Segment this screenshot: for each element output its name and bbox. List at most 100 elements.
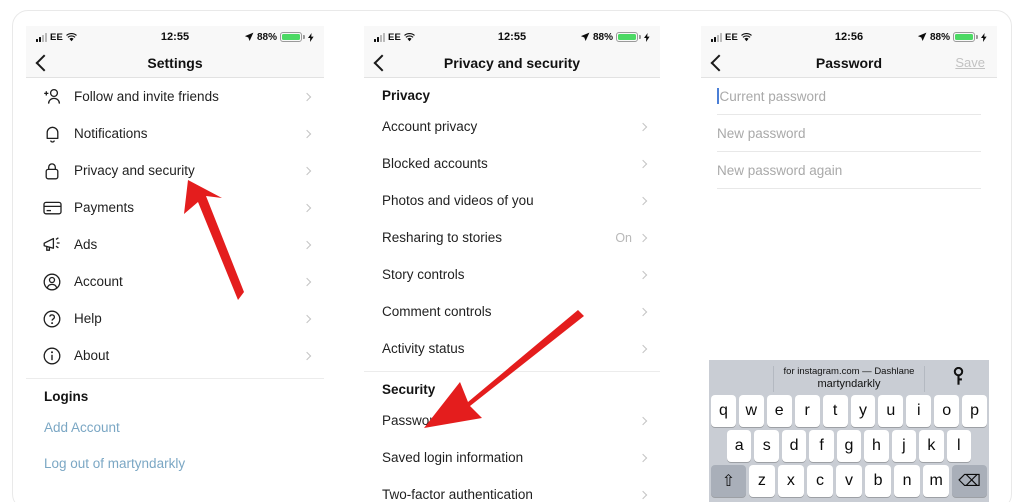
chevron-right-icon xyxy=(638,233,648,242)
autofill-username: martyndarkly xyxy=(817,378,881,391)
key-j[interactable]: j xyxy=(891,430,917,462)
key-v[interactable]: v xyxy=(835,465,863,497)
list-item-ads[interactable]: Ads xyxy=(26,226,324,263)
chevron-right-icon xyxy=(638,122,648,131)
list-item-saved-login-information[interactable]: Saved login information xyxy=(364,439,660,476)
carrier-label: EE xyxy=(388,31,402,43)
section-header-security: Security xyxy=(382,382,436,397)
key-x[interactable]: x xyxy=(777,465,804,497)
key-w[interactable]: w xyxy=(738,395,764,427)
key-h[interactable]: h xyxy=(864,430,889,462)
chevron-right-icon xyxy=(302,166,312,175)
list-item-label: Notifications xyxy=(74,126,148,141)
battery-percent: 88% xyxy=(256,31,277,43)
status-bar: EE 12:55 88% xyxy=(364,26,660,48)
list-item-about[interactable]: About xyxy=(26,337,324,374)
page-title: Settings xyxy=(147,54,203,71)
battery-icon xyxy=(616,32,638,42)
list-item-label: About xyxy=(74,348,110,363)
key-n[interactable]: n xyxy=(894,465,921,497)
key-a[interactable]: a xyxy=(727,430,752,462)
list-item-two-factor-authentication[interactable]: Two-factor authentication xyxy=(364,476,660,502)
save-button[interactable]: Save xyxy=(955,55,985,70)
autofill-separator-right xyxy=(924,366,925,392)
new-password-again-field[interactable]: New password again xyxy=(717,152,981,189)
status-bar-left: EE xyxy=(711,32,752,43)
key-r[interactable]: r xyxy=(794,395,820,427)
link-log-out[interactable]: Log out of martyndarkly xyxy=(26,445,324,481)
key-d[interactable]: d xyxy=(781,430,807,462)
key-s[interactable]: s xyxy=(754,430,779,462)
list-item-label: Follow and invite friends xyxy=(74,89,219,104)
list-item-resharing-to-stories[interactable]: Resharing to stories On xyxy=(364,219,660,256)
key-b[interactable]: b xyxy=(865,465,892,497)
list-item-label: Photos and videos of you xyxy=(382,193,534,208)
phone-screen-password: EE 12:56 88% Password Save Current passw… xyxy=(701,26,997,502)
info-circle-icon xyxy=(42,346,62,366)
credit-card-icon xyxy=(42,198,62,218)
chevron-right-icon xyxy=(638,307,648,316)
account-circle-icon xyxy=(42,272,62,292)
settings-list: Follow and invite friends Notifications … xyxy=(26,78,324,481)
keyboard-row-3: ⇧ z x c v b n m ⌫ xyxy=(711,465,987,497)
key-u[interactable]: u xyxy=(878,395,904,427)
list-item-photos-and-videos-of-you[interactable]: Photos and videos of you xyxy=(364,182,660,219)
megaphone-icon xyxy=(42,235,62,255)
key-f[interactable]: f xyxy=(809,430,834,462)
new-password-field[interactable]: New password xyxy=(717,115,981,152)
list-item-notifications[interactable]: Notifications xyxy=(26,115,324,152)
list-item-account[interactable]: Account xyxy=(26,263,324,300)
keyboard-row-1: q w e r t y u i o p xyxy=(710,395,988,427)
key-c[interactable]: c xyxy=(806,465,833,497)
list-item-label: Resharing to stories xyxy=(382,230,503,245)
key-y[interactable]: y xyxy=(850,395,876,427)
chevron-right-icon xyxy=(302,314,312,323)
key-i[interactable]: i xyxy=(906,395,932,427)
back-chevron-icon[interactable] xyxy=(373,54,391,71)
field-placeholder: Current password xyxy=(719,88,827,104)
battery-percent: 88% xyxy=(592,31,613,43)
section-header-logins: Logins xyxy=(44,389,89,404)
list-item-follow-and-invite-friends[interactable]: Follow and invite friends xyxy=(26,78,324,115)
key-m[interactable]: m xyxy=(923,465,950,497)
location-arrow-icon xyxy=(244,32,254,41)
list-item-label: Comment controls xyxy=(382,304,492,319)
lock-icon xyxy=(42,161,62,181)
list-item-label: Saved login information xyxy=(382,450,524,465)
section-header-privacy: Privacy xyxy=(382,88,431,103)
list-item-blocked-accounts[interactable]: Blocked accounts xyxy=(364,145,660,182)
key-z[interactable]: z xyxy=(748,465,775,497)
key-e[interactable]: e xyxy=(766,395,792,427)
link-add-account[interactable]: Add Account xyxy=(26,409,324,445)
autofill-source: for instagram.com — Dashlane xyxy=(783,366,915,378)
list-item-help[interactable]: Help xyxy=(26,300,324,337)
wifi-icon xyxy=(741,32,752,41)
chevron-right-icon xyxy=(302,129,312,138)
list-item-privacy-and-security[interactable]: Privacy and security xyxy=(26,152,324,189)
list-item-label: Privacy and security xyxy=(74,163,195,178)
back-chevron-icon[interactable] xyxy=(35,54,53,71)
key-q[interactable]: q xyxy=(710,395,736,427)
key-g[interactable]: g xyxy=(836,430,862,462)
list-item-activity-status[interactable]: Activity status xyxy=(364,330,660,367)
autofill-suggestion-bar[interactable]: for instagram.com — Dashlane martyndarkl… xyxy=(711,363,987,395)
charging-bolt-icon xyxy=(644,32,650,42)
current-password-field[interactable]: Current password xyxy=(717,78,981,115)
key-t[interactable]: t xyxy=(822,395,848,427)
key-p[interactable]: p xyxy=(962,395,988,427)
battery-icon xyxy=(953,32,975,42)
shift-key[interactable]: ⇧ xyxy=(711,465,746,497)
list-item-payments[interactable]: Payments xyxy=(26,189,324,226)
list-item-account-privacy[interactable]: Account privacy xyxy=(364,108,660,145)
key-l[interactable]: l xyxy=(946,430,971,462)
list-item-story-controls[interactable]: Story controls xyxy=(364,256,660,293)
key-k[interactable]: k xyxy=(919,430,944,462)
list-item-label: Story controls xyxy=(382,267,465,282)
list-item-comment-controls[interactable]: Comment controls xyxy=(364,293,660,330)
key-icon[interactable] xyxy=(952,366,965,391)
location-arrow-icon xyxy=(580,32,590,41)
back-chevron-icon[interactable] xyxy=(710,54,728,71)
list-item-password[interactable]: Password xyxy=(364,402,660,439)
backspace-key[interactable]: ⌫ xyxy=(952,465,987,497)
key-o[interactable]: o xyxy=(934,395,960,427)
